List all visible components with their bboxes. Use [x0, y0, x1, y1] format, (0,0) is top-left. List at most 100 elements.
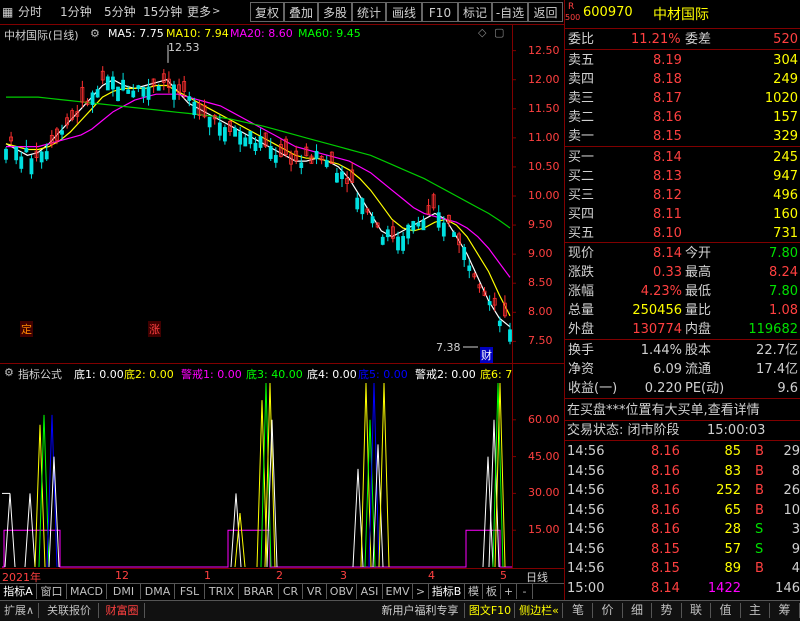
tab-more[interactable]: 更多 [187, 0, 211, 24]
diejia-button[interactable]: 叠加 [284, 2, 318, 22]
indicator-title[interactable]: 指标公式 [18, 366, 62, 382]
candle-body [248, 131, 253, 145]
stat-row: 涨跌 0.33 最高 8.24 [568, 265, 798, 280]
ding-marker[interactable]: 定 [20, 321, 33, 337]
legend-di6: 底6: 7 [480, 368, 513, 381]
candle-body [314, 150, 319, 160]
cai-marker[interactable]: 财 [480, 347, 493, 363]
ask-row[interactable]: 卖一 8.15 329 [565, 127, 800, 146]
zixuan-button[interactable]: -自选 [492, 2, 528, 22]
candle-body [207, 116, 212, 128]
bid-row[interactable]: 买二 8.13 947 [565, 167, 800, 186]
ask-row[interactable]: 卖五 8.19 304 [565, 51, 800, 70]
indicator-tab[interactable]: BRAR [239, 584, 279, 599]
tongji-button[interactable]: 统计 [352, 2, 386, 22]
legend-di3: 底3: 40.00 [246, 368, 303, 381]
toolbar-icon[interactable]: ▦ [2, 0, 13, 24]
tab-1min[interactable]: 1分钟 [60, 0, 92, 24]
candle-body [268, 145, 273, 159]
duogu-button[interactable]: 多股 [318, 2, 352, 22]
indicator-tab[interactable]: DMA [141, 584, 175, 599]
indicator-header: ⚙ 指标公式 底1: 0.00 底2: 0.00 警戒1: 0.00 底3: 4… [0, 365, 512, 381]
candle-body [355, 197, 360, 210]
candle-body [401, 236, 405, 251]
bottom-tab[interactable]: 关联报价 [40, 603, 99, 618]
indicator-tab[interactable]: > [413, 584, 429, 599]
quote-tab[interactable]: 笔 [564, 603, 593, 618]
chevron-right-icon[interactable]: > [212, 0, 220, 24]
tab-fenshi[interactable]: 分时 [18, 0, 42, 24]
indicator-tab[interactable]: EMV [383, 584, 413, 599]
r-badge-num: 500 [565, 13, 581, 22]
indicator-spike [482, 456, 494, 568]
indicator-tab[interactable]: DMI [107, 584, 141, 599]
indicator-tab[interactable]: ASI [357, 584, 383, 599]
quote-tab[interactable]: 主 [741, 603, 770, 618]
indicator-tab[interactable]: OBV [327, 584, 357, 599]
indicator-tab[interactable]: VR [303, 584, 327, 599]
indicator-tab[interactable]: CR [279, 584, 303, 599]
notice-row[interactable]: 在买盘***位置有大买单,查看详情 [565, 401, 800, 420]
indicator-tab[interactable]: + [501, 584, 517, 599]
status-row: 交易状态: 闭市阶段 15:00:03 [567, 423, 766, 438]
x-label-1: 1 [204, 569, 211, 582]
legend-di1: 底1: 0.00 [74, 368, 124, 381]
ask-row[interactable]: 卖三 8.17 1020 [565, 89, 800, 108]
ask-row[interactable]: 卖四 8.18 249 [565, 70, 800, 89]
bottom-tab[interactable]: 财富圈 [100, 603, 145, 618]
back-button[interactable]: 返回 [528, 2, 563, 22]
indicator-tab[interactable]: MACD [67, 584, 107, 599]
tab-5min[interactable]: 5分钟 [104, 0, 136, 24]
bid-row[interactable]: 买四 8.11 160 [565, 205, 800, 224]
biaoji-button[interactable]: 标记 [458, 2, 492, 22]
stock-header: R 500 600970 中材国际 [565, 0, 800, 28]
candle-body [299, 162, 304, 169]
bottom-tab[interactable]: 侧边栏« [516, 603, 563, 618]
candle-body [467, 265, 472, 271]
candle-body [172, 84, 176, 100]
indicator-tab[interactable]: TRIX [205, 584, 239, 599]
price-tick-label: 12.50 [528, 43, 560, 57]
price-tick-label: 8.50 [528, 276, 553, 290]
bid-row[interactable]: 买五 8.10 731 [565, 224, 800, 243]
tab-15min[interactable]: 15分钟 [143, 0, 182, 24]
zhang-marker[interactable]: 涨 [148, 321, 161, 337]
candle-body [192, 101, 197, 116]
notice-text[interactable]: 在买盘***位置有大买单,查看详情 [567, 401, 760, 420]
price-tick-label: 11.00 [528, 130, 560, 144]
trade-row: 15:00 8.14 1422 146 [567, 580, 800, 596]
indicator-tab[interactable]: - [517, 584, 533, 599]
trade-row: 14:56 8.16 28 S 3 [567, 522, 800, 537]
quote-tab[interactable]: 细 [623, 603, 652, 618]
price-tick-label: 9.00 [528, 247, 553, 261]
f10-button[interactable]: F10 [422, 2, 458, 22]
indicator-tab[interactable]: 板 [483, 584, 501, 599]
candle-body [497, 320, 502, 327]
indicator-tab[interactable]: FSL [175, 584, 205, 599]
gear-icon[interactable]: ⚙ [4, 366, 14, 379]
indicator-tab[interactable]: 指标B [429, 584, 465, 599]
candle-body [370, 216, 375, 224]
quote-tab[interactable]: 联 [682, 603, 711, 618]
stat-row: 总量 250456 量比 1.08 [568, 303, 798, 318]
bottom-tab[interactable]: 新用户福利专享 [376, 603, 465, 618]
bid-row[interactable]: 买一 8.14 245 [565, 148, 800, 167]
candle-body [335, 172, 339, 183]
quote-tab[interactable]: 筹 [771, 603, 800, 618]
fuquan-button[interactable]: 复权 [250, 2, 284, 22]
quote-tab[interactable]: 值 [712, 603, 741, 618]
bid-row[interactable]: 买三 8.12 496 [565, 186, 800, 205]
indicator-tab[interactable]: 模 [465, 584, 483, 599]
candle-body [60, 130, 64, 135]
indicator-tab[interactable]: 指标A [0, 584, 37, 599]
trade-row: 14:56 8.16 65 B 10 [567, 502, 800, 518]
fund-row: 换手 1.44% 股本 22.7亿 [568, 343, 798, 358]
bottom-tab[interactable]: 扩展∧ [0, 603, 39, 618]
indicator-tab[interactable]: 窗口 [37, 584, 67, 599]
ask-row[interactable]: 卖二 8.16 157 [565, 108, 800, 127]
quote-tab[interactable]: 价 [594, 603, 623, 618]
bottom-tab[interactable]: 图文F10 [466, 603, 515, 618]
quote-tab[interactable]: 势 [653, 603, 682, 618]
bottom-bar: 扩展∧ 关联报价 财富圈 新用户福利专享 图文F10 侧边栏« [0, 600, 564, 621]
huaxian-button[interactable]: 画线 [386, 2, 422, 22]
